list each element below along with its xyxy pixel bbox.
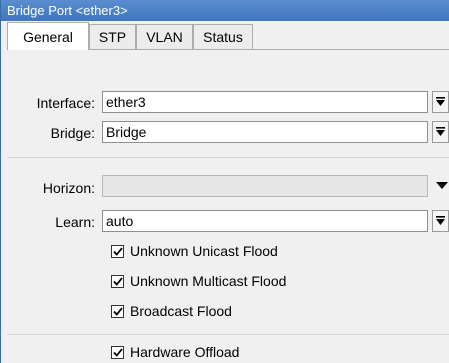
interface-dropdown-button[interactable] (432, 91, 449, 113)
window-title[interactable]: Bridge Port <ether3> (1, 0, 449, 21)
expand-down-icon (436, 127, 445, 136)
expand-down-icon (436, 97, 445, 106)
tab-vlan[interactable]: VLAN (136, 24, 193, 49)
check-mark-icon (112, 246, 123, 256)
learn-label: Learn: (55, 214, 95, 230)
interface-field[interactable]: ether3 (102, 91, 428, 113)
expand-down-icon (436, 216, 445, 225)
hardware-offload-checkbox-row[interactable]: Hardware Offload (111, 343, 239, 361)
bridge-dropdown-button[interactable] (432, 121, 449, 143)
dropdown-arrow-icon (436, 182, 448, 189)
broadcast-flood-label: Broadcast Flood (130, 303, 232, 319)
check-mark-icon (112, 276, 123, 286)
interface-label: Interface: (36, 95, 95, 111)
unknown-multicast-flood-checkbox[interactable] (111, 274, 124, 288)
check-mark-icon (112, 306, 123, 316)
tab-status[interactable]: Status (193, 24, 253, 49)
separator (7, 157, 449, 158)
horizon-dropdown-button[interactable] (434, 175, 449, 197)
bridge-port-window: Bridge Port <ether3> General STP VLAN St… (0, 0, 449, 363)
check-mark-icon (112, 347, 123, 357)
unknown-unicast-flood-label: Unknown Unicast Flood (130, 243, 278, 259)
horizon-label: Horizon: (42, 180, 95, 196)
general-panel: Interface: ether3 Bridge: Bridge Horizon… (7, 49, 449, 363)
separator (7, 334, 449, 335)
horizon-field[interactable] (102, 175, 428, 197)
broadcast-flood-checkbox-row[interactable]: Broadcast Flood (111, 302, 232, 320)
bridge-label: Bridge: (50, 125, 95, 141)
tab-stp[interactable]: STP (89, 24, 136, 49)
unknown-unicast-flood-checkbox-row[interactable]: Unknown Unicast Flood (111, 242, 278, 260)
unknown-multicast-flood-checkbox-row[interactable]: Unknown Multicast Flood (111, 272, 286, 290)
broadcast-flood-checkbox[interactable] (111, 304, 124, 318)
unknown-multicast-flood-label: Unknown Multicast Flood (130, 273, 287, 289)
tab-general[interactable]: General (7, 22, 89, 50)
hardware-offload-checkbox[interactable] (111, 345, 124, 359)
unknown-unicast-flood-checkbox[interactable] (111, 244, 124, 258)
learn-field[interactable]: auto (102, 210, 428, 232)
bridge-field[interactable]: Bridge (102, 121, 428, 143)
learn-dropdown-button[interactable] (432, 210, 449, 232)
hardware-offload-label: Hardware Offload (130, 344, 240, 360)
